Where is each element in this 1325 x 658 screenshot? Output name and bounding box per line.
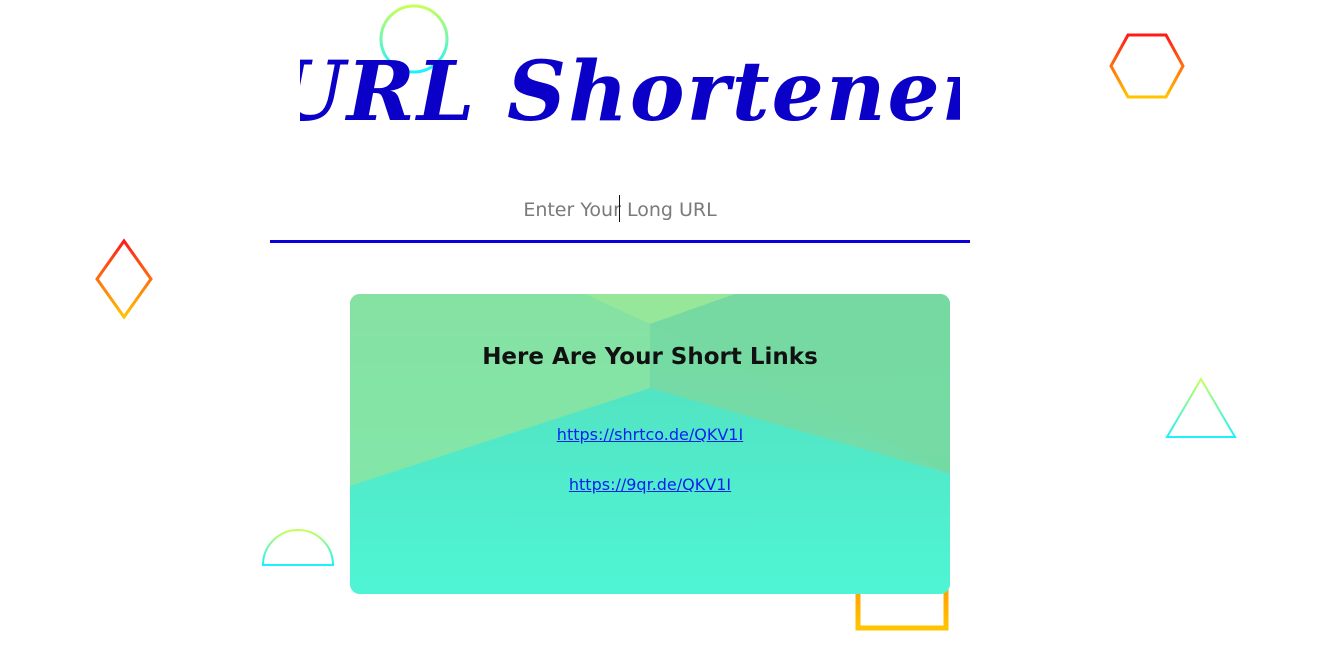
diamond-icon (95, 238, 153, 320)
short-link-9qr[interactable]: https://9qr.de/QKV1I (569, 475, 731, 494)
triangle-icon (1165, 377, 1237, 438)
semicircle-icon (261, 529, 335, 566)
page-title-graphic: URL Shortener (273, 44, 988, 140)
page: URL Shortener Enter Your Long URL Here A… (0, 0, 1325, 658)
hexagon-icon (1109, 33, 1185, 99)
page-title: URL Shortener (273, 40, 988, 140)
page-title-text: URL Shortener (300, 44, 960, 140)
url-input-container (270, 185, 970, 243)
short-link-item: https://9qr.de/QKV1I (350, 475, 950, 494)
short-link-item: https://shrtco.de/QKV1I (350, 425, 950, 444)
url-input[interactable] (270, 185, 970, 240)
text-caret (619, 195, 620, 222)
card-background (350, 294, 950, 594)
short-links-card: Here Are Your Short Links https://shrtco… (350, 294, 950, 594)
short-links-heading: Here Are Your Short Links (482, 344, 818, 370)
short-link-shrtco[interactable]: https://shrtco.de/QKV1I (557, 425, 743, 444)
